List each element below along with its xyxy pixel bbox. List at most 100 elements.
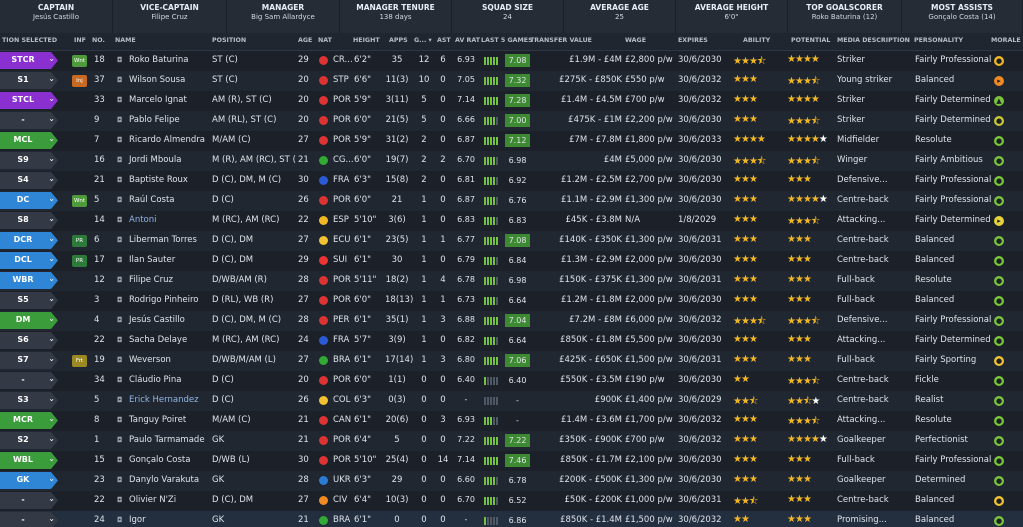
- table-row[interactable]: S1 ⌄ Inj 37 ◘ Wilson Sousa ST (C) 20 STP 6'6" 11(3…: [0, 71, 1023, 91]
- morale-icon[interactable]: ●: [994, 296, 1004, 306]
- player-nationality[interactable]: CIV: [333, 495, 347, 505]
- player-name[interactable]: Liberman Torres: [129, 235, 197, 245]
- role-selector[interactable]: STCL ⌄: [0, 92, 58, 109]
- player-nationality[interactable]: BRA: [333, 355, 350, 365]
- role-selector[interactable]: WBL ⌄: [0, 452, 58, 469]
- col-transfer-value[interactable]: TRANSFER VALUE: [530, 37, 592, 44]
- table-row[interactable]: DCR ⌄ PR 6 ◘ Liberman Torres D (C), DM 27 ECU 6'1…: [0, 231, 1023, 251]
- col-selected[interactable]: TION SELECTED: [2, 37, 57, 44]
- col-personality[interactable]: PERSONALITY: [914, 37, 963, 44]
- last-five-games[interactable]: [484, 277, 499, 286]
- morale-icon[interactable]: ●: [994, 256, 1004, 266]
- col-expires[interactable]: EXPIRES: [678, 37, 708, 44]
- morale-icon[interactable]: ●: [994, 176, 1004, 186]
- table-row[interactable]: - ⌄ 24 ◘ Igor GK 21 BRA 6'1" 0 0 0-6.86 £850K - £1.4…: [0, 511, 1023, 527]
- table-row[interactable]: S7 ⌄ Frt 19 ◘ Weverson D/WB/M/AM (L) 27 BRA 6'1" 1…: [0, 351, 1023, 371]
- last-five-games[interactable]: [484, 117, 499, 126]
- morale-icon[interactable]: ●: [994, 276, 1004, 286]
- morale-icon[interactable]: ●: [994, 56, 1004, 66]
- role-selector[interactable]: MCR ⌄: [0, 412, 58, 429]
- player-nationality[interactable]: POR: [333, 115, 351, 125]
- morale-icon[interactable]: ●: [994, 236, 1004, 246]
- player-name[interactable]: Rodrigo Pinheiro: [129, 295, 198, 305]
- table-row[interactable]: MCL ⌄ 7 ◘ Ricardo Almendra M/AM (C) 27 POR 5'9" 3…: [0, 131, 1023, 151]
- player-nationality[interactable]: POR: [333, 135, 351, 145]
- last-five-games[interactable]: [484, 357, 499, 366]
- table-row[interactable]: STCL ⌄ 33 ◘ Marcelo Ignat AM (R), ST (C) 20 POR…: [0, 91, 1023, 111]
- table-row[interactable]: S9 ⌄ 16 ◘ Jordi Mboula M (R), AM (RC), ST (C)…: [0, 151, 1023, 171]
- last-five-games[interactable]: [484, 477, 499, 486]
- player-nationality[interactable]: ECU: [333, 235, 351, 245]
- player-name[interactable]: Roko Baturina: [129, 55, 188, 65]
- morale-icon[interactable]: ●: [994, 196, 1004, 206]
- player-name[interactable]: Baptiste Roux: [129, 175, 188, 185]
- last-five-games[interactable]: [484, 497, 499, 506]
- player-name[interactable]: Tanguy Poiret: [129, 415, 186, 425]
- last-five-games[interactable]: [484, 237, 499, 246]
- last-five-games[interactable]: [484, 297, 499, 306]
- col-goals[interactable]: G... ▾: [414, 37, 432, 44]
- role-selector[interactable]: - ⌄: [0, 372, 58, 389]
- role-selector[interactable]: S6 ⌄: [0, 332, 58, 349]
- info-badge[interactable]: Inj: [72, 75, 87, 87]
- table-row[interactable]: S2 ⌄ 1 ◘ Paulo Tarmamade GK 21 POR 6'4" 5 0 0 7.22 7.…: [0, 431, 1023, 451]
- last-five-games[interactable]: [484, 77, 499, 86]
- last-five-games[interactable]: [484, 517, 499, 526]
- morale-icon[interactable]: ●: [994, 496, 1004, 506]
- last-five-games[interactable]: [484, 137, 499, 146]
- role-selector[interactable]: S7 ⌄: [0, 352, 58, 369]
- role-selector[interactable]: GK ⌄: [0, 472, 58, 489]
- morale-icon[interactable]: ▸: [994, 216, 1004, 226]
- col-assists[interactable]: AST: [437, 37, 451, 44]
- morale-icon[interactable]: ●: [994, 316, 1004, 326]
- morale-icon[interactable]: ▸: [994, 76, 1004, 86]
- role-selector[interactable]: DCR ⌄: [0, 232, 58, 249]
- morale-icon[interactable]: ●: [994, 396, 1004, 406]
- table-row[interactable]: S8 ⌄ 14 ◘ Antoni M (RC), AM (RC) 22 ESP 5'10" 3(6…: [0, 211, 1023, 231]
- morale-icon[interactable]: ●: [994, 456, 1004, 466]
- player-nationality[interactable]: POR: [333, 195, 351, 205]
- player-name[interactable]: Ilan Sauter: [129, 255, 175, 265]
- player-nationality[interactable]: SUI: [333, 255, 347, 265]
- last-five-games[interactable]: [484, 377, 499, 386]
- morale-icon[interactable]: ●: [994, 116, 1004, 126]
- role-selector[interactable]: S9 ⌄: [0, 152, 58, 169]
- info-badge[interactable]: PR: [72, 235, 87, 247]
- col-morale[interactable]: MORALE: [991, 37, 1021, 44]
- col-inf[interactable]: INF: [74, 37, 86, 44]
- morale-icon[interactable]: ●: [994, 376, 1004, 386]
- player-nationality[interactable]: FRA: [333, 175, 349, 185]
- morale-icon[interactable]: ●: [994, 516, 1004, 526]
- player-nationality[interactable]: CG...: [333, 155, 354, 165]
- last-five-games[interactable]: [484, 457, 499, 466]
- player-nationality[interactable]: UKR: [333, 475, 351, 485]
- player-name[interactable]: Sacha Delaye: [129, 335, 187, 345]
- role-selector[interactable]: DM ⌄: [0, 312, 58, 329]
- player-nationality[interactable]: CR...: [333, 55, 353, 65]
- table-row[interactable]: - ⌄ 34 ◘ Cláudio Pina D (C) 20 POR 6'0" 1(1) 0 0 6.4…: [0, 371, 1023, 391]
- summary-value[interactable]: 24: [452, 13, 563, 21]
- summary-value[interactable]: 25: [564, 13, 675, 21]
- morale-icon[interactable]: ●: [994, 356, 1004, 366]
- col-potential[interactable]: POTENTIAL: [791, 37, 830, 44]
- player-nationality[interactable]: STP: [333, 75, 349, 85]
- player-nationality[interactable]: CAN: [333, 415, 351, 425]
- last-five-games[interactable]: [484, 397, 499, 406]
- info-badge[interactable]: Frt: [72, 355, 87, 367]
- player-nationality[interactable]: COL: [333, 395, 350, 405]
- player-name[interactable]: Raúl Costa: [129, 195, 174, 205]
- summary-value[interactable]: Jesús Castillo: [0, 13, 112, 21]
- info-badge[interactable]: Wnt: [72, 55, 87, 67]
- col-name[interactable]: NAME: [115, 37, 136, 44]
- player-name[interactable]: Olivier N'Zi: [129, 495, 176, 505]
- player-nationality[interactable]: POR: [333, 95, 351, 105]
- table-row[interactable]: - ⌄ 22 ◘ Olivier N'Zi D (C), DM 27 CIV 6'4" 10(3)…: [0, 491, 1023, 511]
- player-nationality[interactable]: PER: [333, 315, 349, 325]
- player-name[interactable]: Pablo Felipe: [129, 115, 180, 125]
- player-name[interactable]: Marcelo Ignat: [129, 95, 187, 105]
- morale-icon[interactable]: ●: [994, 136, 1004, 146]
- table-row[interactable]: S5 ⌄ 3 ◘ Rodrigo Pinheiro D (RL), WB (R) 27 POR…: [0, 291, 1023, 311]
- col-media[interactable]: MEDIA DESCRIPTION: [837, 37, 910, 44]
- morale-icon[interactable]: ●: [994, 156, 1004, 166]
- role-selector[interactable]: S5 ⌄: [0, 292, 58, 309]
